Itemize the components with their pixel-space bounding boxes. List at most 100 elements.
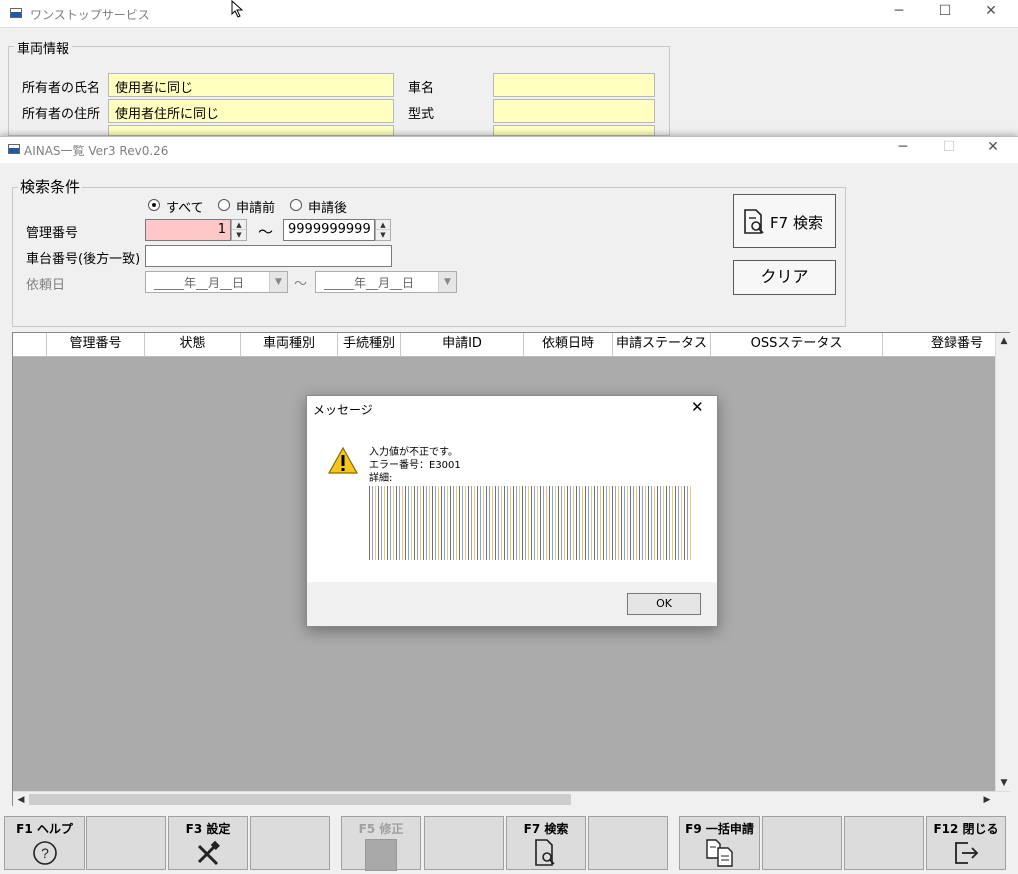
owner-name-field[interactable]: 使用者に同じ: [108, 73, 394, 97]
radio-after[interactable]: [290, 199, 302, 211]
f7-search-label: F7 検索: [770, 214, 823, 232]
tools-icon: [197, 840, 220, 866]
car-name-field[interactable]: [493, 73, 655, 97]
date-range-tilde: 〜: [294, 277, 308, 292]
f5-label: F5 修正: [358, 822, 404, 836]
request-date-label: 依頼日: [26, 278, 66, 293]
main-titlebar: AINAS一覧 Ver3 Rev0.26 ─ ☐ ✕: [0, 137, 1018, 163]
reg-number-field[interactable]: [493, 125, 655, 136]
mgmt-number-label: 管理番号: [26, 226, 79, 241]
radio-before[interactable]: [218, 199, 230, 211]
date-to-text: _____年__月__日: [324, 276, 415, 290]
scroll-left-icon[interactable]: ◀: [13, 792, 29, 808]
fkey-blank-6[interactable]: [424, 816, 504, 870]
fkey-blank-4[interactable]: [250, 816, 330, 870]
fkey-blank-2[interactable]: [86, 816, 166, 870]
mgmt-number-to-input[interactable]: 9999999999: [283, 219, 375, 241]
f1-help-button[interactable]: F1 ヘルプ ?: [4, 816, 85, 870]
message-dialog: メッセージ ✕ 入力値が不正です。 エラー番号：E3001 詳細: OK: [306, 395, 718, 627]
vertical-scrollbar[interactable]: ▲ ▼: [995, 333, 1011, 791]
radio-before-label[interactable]: 申請前: [236, 197, 275, 216]
background-window: ワンストップサービス ─ ☐ ✕ 車両情報 所有者の氏名 使用者に同じ 車名 所…: [0, 0, 1018, 136]
f1-label: F1 ヘルプ: [16, 822, 73, 836]
search-conditions-label: 検索条件: [18, 176, 83, 197]
horizontal-scrollbar[interactable]: ◀ ▶: [13, 791, 1011, 807]
warning-icon: [327, 446, 359, 474]
maximize-icon[interactable]: ☐: [926, 139, 972, 155]
col-header-select[interactable]: [13, 333, 47, 357]
col-header-mgmt-number[interactable]: 管理番号: [47, 333, 145, 357]
col-header-request-datetime[interactable]: 依頼日時: [524, 333, 613, 357]
range-tilde: 〜: [258, 223, 274, 241]
col-header-reg-number[interactable]: 登録番号: [883, 333, 995, 357]
search-doc-icon: [535, 839, 555, 866]
owner-name-label: 所有者の氏名: [22, 81, 101, 96]
col-header-vehicle-type[interactable]: 車両種別: [241, 333, 338, 357]
f5-edit-button[interactable]: F5 修正: [341, 816, 421, 871]
grid-header: 管理番号 状態 車両種別 手続種別 申請ID 依頼日時 申請ステータス OSSス…: [13, 333, 995, 357]
chassis-number-label: 車台番号(後方一致): [26, 252, 141, 267]
scroll-right-icon[interactable]: ▶: [979, 792, 995, 808]
minimize-icon[interactable]: ─: [880, 139, 926, 155]
help-icon: ?: [32, 841, 57, 865]
f7-label: F7 検索: [523, 822, 569, 836]
f7-search-fkey-button[interactable]: F7 検索: [506, 816, 586, 870]
svg-text:?: ?: [41, 845, 49, 861]
f9-batch-apply-button[interactable]: F9 一括申請: [679, 816, 760, 870]
chevron-down-icon[interactable]: ▼: [438, 272, 456, 292]
fkey-blank-10[interactable]: [762, 816, 842, 870]
search-doc-icon: [744, 209, 764, 234]
scroll-down-icon[interactable]: ▼: [996, 775, 1012, 791]
fkey-blank-8[interactable]: [588, 816, 668, 870]
dialog-message-line1: 入力値が不正です。: [369, 447, 458, 458]
app-icon: [10, 8, 22, 18]
model-field[interactable]: [493, 99, 655, 123]
dialog-title: メッセージ: [313, 403, 373, 417]
bg-window-title: ワンストップサービス: [30, 8, 150, 22]
dialog-detail-label: 詳細:: [369, 473, 393, 484]
radio-all-label[interactable]: すべて: [166, 197, 204, 216]
clear-button[interactable]: クリア: [733, 260, 836, 295]
ok-button[interactable]: OK: [627, 593, 701, 615]
dialog-footer: OK: [307, 582, 717, 626]
model-label: 型式: [408, 107, 435, 122]
col-header-application-status[interactable]: 申請ステータス: [613, 333, 711, 357]
f3-label: F3 設定: [185, 822, 231, 836]
col-header-application-id[interactable]: 申請ID: [401, 333, 524, 357]
f3-settings-button[interactable]: F3 設定: [168, 816, 248, 870]
dialog-close-icon[interactable]: ✕: [691, 398, 704, 416]
main-window-title: AINAS一覧 Ver3 Rev0.26: [24, 144, 169, 158]
f7-search-button[interactable]: F7 検索: [733, 194, 836, 248]
mgmt-number-from-input[interactable]: 1: [145, 219, 231, 241]
chassis-number-input[interactable]: [145, 245, 392, 267]
close-icon[interactable]: ✕: [968, 3, 1014, 19]
app-icon: [8, 144, 20, 154]
owner-address-label: 所有者の住所: [22, 107, 101, 122]
exit-icon: [955, 842, 979, 864]
minimize-icon[interactable]: ─: [876, 3, 922, 19]
f12-label: F12 閉じる: [933, 822, 999, 836]
f9-label: F9 一括申請: [685, 822, 754, 836]
col-header-oss-status[interactable]: OSSステータス: [711, 333, 883, 357]
request-date-from-picker[interactable]: _____年__月__日 ▼: [145, 271, 288, 293]
radio-after-label[interactable]: 申請後: [308, 197, 347, 216]
scroll-up-icon[interactable]: ▲: [996, 333, 1012, 349]
chevron-down-icon[interactable]: ▼: [269, 272, 287, 292]
horizontal-scroll-thumb[interactable]: [29, 794, 571, 805]
f12-close-button[interactable]: F12 閉じる: [926, 816, 1006, 870]
user-name-field[interactable]: [108, 125, 394, 136]
fkey-blank-11[interactable]: [844, 816, 924, 870]
edit-icon: [365, 839, 397, 871]
maximize-icon[interactable]: ☐: [922, 3, 968, 19]
bg-titlebar: ワンストップサービス ─ ☐ ✕: [0, 0, 1018, 28]
mouse-cursor-icon: [231, 0, 244, 18]
col-header-status[interactable]: 状態: [145, 333, 241, 357]
close-icon[interactable]: ✕: [970, 139, 1016, 155]
mgmt-to-spinner[interactable]: ▲ ▼: [375, 219, 391, 241]
mgmt-from-spinner[interactable]: ▲ ▼: [231, 219, 247, 241]
radio-all[interactable]: [148, 199, 160, 211]
request-date-to-picker[interactable]: _____年__月__日 ▼: [315, 271, 457, 293]
owner-address-field[interactable]: 使用者住所に同じ: [108, 99, 394, 123]
col-header-procedure-type[interactable]: 手続種別: [338, 333, 401, 357]
date-from-text: _____年__月__日: [154, 276, 245, 290]
